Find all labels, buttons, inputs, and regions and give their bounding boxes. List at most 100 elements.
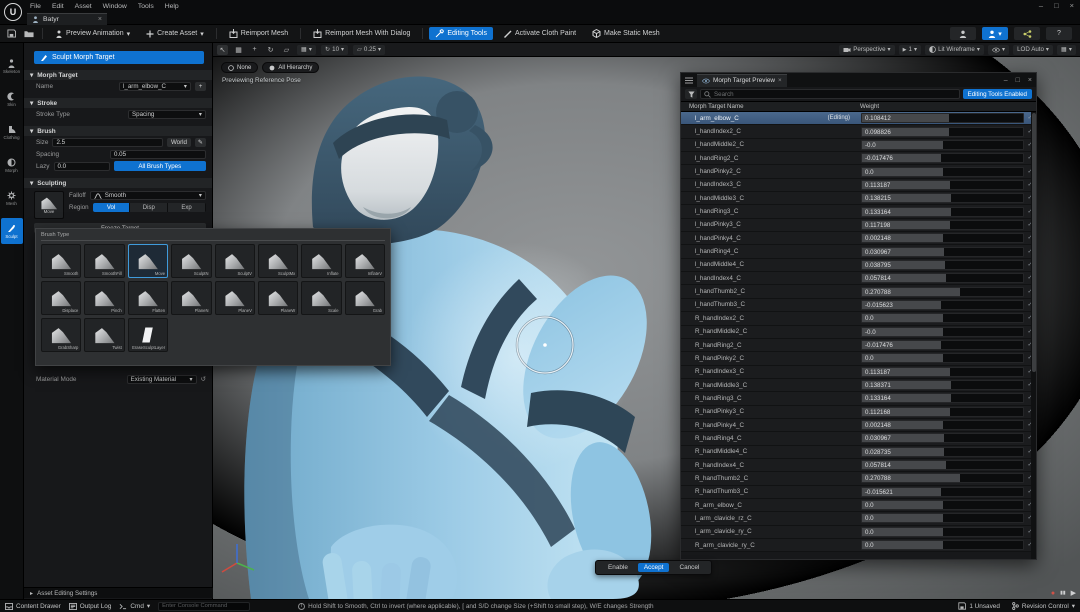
morph-window-minimize[interactable]: – — [1004, 77, 1008, 84]
weight-slider[interactable]: 0.0 — [861, 513, 1024, 523]
pause-icon[interactable]: ▮▮ — [1060, 590, 1066, 596]
make-static-mesh-button[interactable]: Make Static Mesh — [586, 27, 666, 40]
weight-slider[interactable]: 0.038795 — [861, 260, 1024, 270]
user-button[interactable] — [950, 27, 976, 40]
region-option-vol[interactable]: Vol — [93, 203, 130, 212]
weight-slider[interactable]: 0.030967 — [861, 433, 1024, 443]
brush-tile-smoothfill[interactable]: SmoothFill — [84, 244, 124, 278]
morph-target-row[interactable]: l_handPinky2_C0.0✓ — [681, 165, 1036, 178]
column-weight[interactable]: Weight — [858, 103, 879, 110]
brush-tile-sculptn[interactable]: SculptN — [171, 244, 211, 278]
weight-slider[interactable]: 0.0 — [861, 167, 1024, 177]
brush-tile-scale[interactable]: Scale — [301, 281, 341, 315]
weight-slider[interactable]: 0.133164 — [861, 393, 1024, 403]
morph-target-row[interactable]: l_handRing4_C0.030967✓ — [681, 245, 1036, 258]
brush-tile-sculptv[interactable]: SculptV — [215, 244, 255, 278]
morph-list-scrollbar[interactable] — [1031, 112, 1036, 559]
morph-target-row[interactable]: l_handPinky4_C0.002148✓ — [681, 232, 1036, 245]
section-sculpting[interactable]: ▾Sculpting — [24, 178, 212, 188]
weight-slider[interactable]: 0.098826 — [861, 127, 1024, 137]
editing-tools-enabled-button[interactable]: Editing Tools Enabled — [963, 89, 1032, 99]
record-icon[interactable]: ● — [1051, 590, 1055, 597]
enable-button[interactable]: Enable — [602, 563, 634, 572]
falloff-dropdown[interactable]: Smooth ▾ — [90, 191, 206, 200]
region-option-exp[interactable]: Exp — [168, 203, 205, 212]
weight-slider[interactable]: 0.002148 — [861, 233, 1024, 243]
collaborate-button[interactable]: ▾ — [982, 27, 1008, 40]
brush-tile-grab[interactable]: Grab — [345, 281, 385, 315]
menu-help[interactable]: Help — [165, 3, 179, 10]
column-morph-target-name[interactable]: Morph Target Name — [681, 103, 858, 110]
brush-tile-grabsharp[interactable]: GrabSharp — [41, 318, 81, 352]
weight-slider[interactable]: -0.015621 — [861, 487, 1024, 497]
sidebar-item-skin[interactable]: Skin — [1, 86, 23, 112]
activate-cloth-paint-button[interactable]: Activate Cloth Paint — [497, 27, 582, 40]
morph-target-row[interactable]: l_handThumb3_C-0.015623✓ — [681, 299, 1036, 312]
region-option-disp[interactable]: Disp — [130, 203, 167, 212]
weight-slider[interactable]: 0.112168 — [861, 407, 1024, 417]
brush-tile-planew[interactable]: PlaneW — [258, 281, 298, 315]
share-button[interactable] — [1014, 27, 1040, 40]
weight-slider[interactable]: 0.0 — [861, 313, 1024, 323]
scale-tool-button[interactable]: ▱ — [281, 45, 292, 55]
unsaved-button[interactable]: 1 Unsaved — [958, 602, 1000, 610]
morph-target-row[interactable]: R_handRing2_C-0.017476✓ — [681, 339, 1036, 352]
weight-slider[interactable]: -0.0 — [861, 140, 1024, 150]
morph-target-row[interactable]: l_arm_elbow_C(Editing)0.108412✓ — [681, 112, 1036, 125]
morph-window-close[interactable]: × — [1028, 77, 1032, 84]
preview-animation-button[interactable]: Preview Animation▾ — [49, 27, 136, 40]
weight-slider[interactable]: 0.057814 — [861, 460, 1024, 470]
morph-target-row[interactable]: l_handIndex4_C0.057814✓ — [681, 272, 1036, 285]
brush-tile-planev[interactable]: PlaneV — [215, 281, 255, 315]
morph-window-tab[interactable]: Morph Target Preview × — [697, 74, 787, 87]
size-edit-button[interactable]: ✎ — [195, 138, 206, 147]
morph-target-row[interactable]: l_handIndex2_C0.098826✓ — [681, 125, 1036, 138]
menu-edit[interactable]: Edit — [52, 3, 64, 10]
morph-tab-close-icon[interactable]: × — [778, 77, 782, 84]
reimport-mesh-button[interactable]: Reimport Mesh — [223, 27, 294, 40]
weight-slider[interactable]: 0.117198 — [861, 220, 1024, 230]
lazy-slider[interactable]: 0.0 — [54, 162, 110, 171]
translate-tool-button[interactable]: + — [249, 45, 260, 55]
weight-slider[interactable]: 0.0 — [861, 500, 1024, 510]
bone-draw-none-button[interactable]: None — [221, 62, 258, 73]
morph-target-row[interactable]: l_handRing2_C-0.017476✓ — [681, 152, 1036, 165]
weight-slider[interactable]: -0.015623 — [861, 300, 1024, 310]
morph-target-row[interactable]: l_arm_clavicle_ry_C0.0✓ — [681, 526, 1036, 539]
sidebar-item-clothing[interactable]: Clothing — [1, 119, 23, 145]
select-tool-button[interactable]: ↖ — [217, 45, 228, 55]
brush-tile-inflatev[interactable]: InflateV — [345, 244, 385, 278]
section-brush[interactable]: ▾Brush — [24, 126, 212, 136]
weight-slider[interactable]: 0.028735 — [861, 447, 1024, 457]
view-mode-dropdown[interactable]: Lit Wireframe▾ — [925, 45, 984, 55]
content-drawer-button[interactable]: Content Drawer — [5, 603, 61, 610]
menu-window[interactable]: Window — [103, 3, 127, 10]
tab-options-icon[interactable] — [685, 77, 693, 84]
sidebar-item-morph[interactable]: Morph — [1, 152, 23, 178]
minimize-button[interactable]: – — [1039, 1, 1043, 10]
weight-slider[interactable]: 0.002148 — [861, 420, 1024, 430]
brush-tile-twist[interactable]: Twist — [84, 318, 124, 352]
spacing-slider[interactable]: 0.05 — [110, 150, 206, 159]
scale-snap-toggle[interactable]: ▱0.25▾ — [353, 45, 385, 55]
output-log-button[interactable]: Output Log — [69, 603, 112, 610]
morph-target-row[interactable]: l_handMiddle4_C0.038795✓ — [681, 259, 1036, 272]
menu-file[interactable]: File — [30, 3, 41, 10]
material-mode-dropdown[interactable]: Existing Material▾ — [127, 375, 197, 384]
menu-tools[interactable]: Tools — [138, 3, 154, 10]
brush-tile-inflate[interactable]: Inflate — [301, 244, 341, 278]
morph-target-row[interactable]: R_handMiddle3_C0.138371✓ — [681, 379, 1036, 392]
bone-draw-all-hierarchy-button[interactable]: All Hierarchy — [262, 62, 319, 73]
brush-tile-pinch[interactable]: Pinch — [84, 281, 124, 315]
weight-slider[interactable]: 0.0 — [861, 540, 1024, 550]
browse-icon[interactable] — [22, 27, 36, 40]
new-morph-target-button[interactable]: + — [195, 82, 206, 91]
morph-target-row[interactable]: R_handPinky4_C0.002148✓ — [681, 419, 1036, 432]
tab-close-icon[interactable]: × — [98, 16, 102, 23]
size-slider[interactable]: 2.5 — [52, 138, 163, 147]
perspective-dropdown[interactable]: Perspective▾ — [839, 45, 894, 55]
morph-target-row[interactable]: l_handPinky3_C0.117198✓ — [681, 219, 1036, 232]
show-dropdown[interactable]: ▾ — [988, 45, 1009, 55]
weight-slider[interactable]: 0.113187 — [861, 180, 1024, 190]
weight-slider[interactable]: -0.0 — [861, 327, 1024, 337]
